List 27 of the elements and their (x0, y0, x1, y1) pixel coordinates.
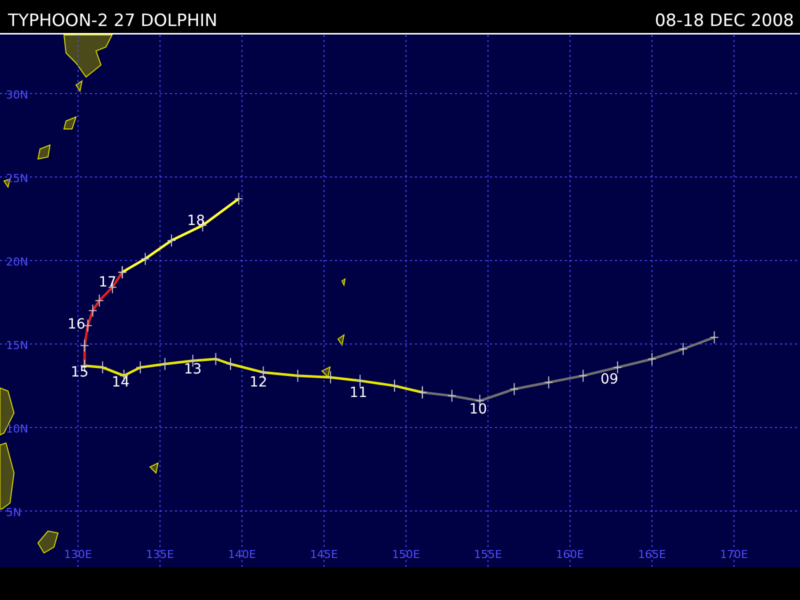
longitude-label: 140E (228, 548, 256, 561)
latitude-label: 15N (6, 339, 28, 352)
latitude-label: 30N (6, 88, 28, 102)
day-label: 17 (98, 274, 116, 291)
longitude-label: 170E (720, 548, 748, 561)
day-label: 11 (350, 384, 368, 401)
longitude-label: 135E (146, 548, 174, 561)
longitude-label: 150E (392, 548, 420, 561)
day-label: 15 (70, 364, 89, 381)
day-label: 16 (67, 316, 86, 332)
longitude-label: 160E (556, 548, 584, 561)
day-label: 14 (112, 374, 130, 391)
day-label: 09 (600, 371, 618, 388)
longitude-label: 165E (638, 548, 666, 561)
longitude-label: 145E (310, 548, 338, 561)
latitude-label: 20N (6, 256, 28, 268)
latitude-label: 10N (6, 422, 28, 436)
day-label: 10 (469, 401, 488, 418)
latitude-label: 25N (6, 172, 28, 185)
day-label: 13 (184, 361, 202, 378)
date-range: 08-18 DEC 2008 (654, 11, 794, 31)
latitude-label: 5N (6, 506, 22, 519)
longitude-label: 155E (474, 548, 502, 561)
storm-title: TYPHOON-2 27 DOLPHIN (8, 11, 218, 31)
longitude-label: 130E (64, 548, 92, 561)
day-label: 18 (187, 212, 205, 229)
day-label: 12 (249, 374, 268, 391)
